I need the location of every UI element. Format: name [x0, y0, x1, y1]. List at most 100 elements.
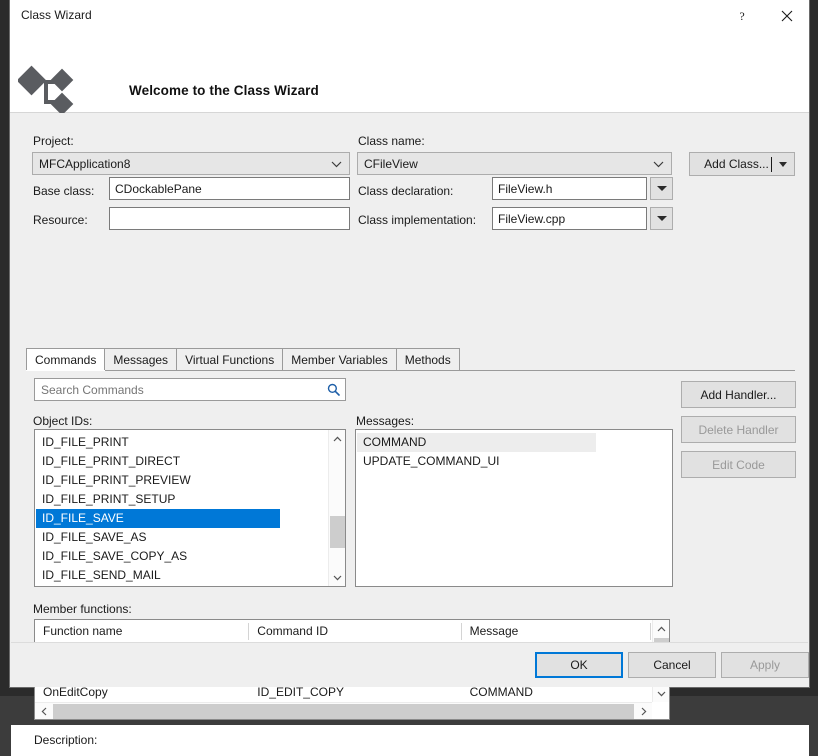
project-value: MFCApplication8 — [39, 157, 130, 171]
class-name-value: CFileView — [364, 157, 418, 171]
class-hierarchy-icon — [18, 62, 76, 114]
list-item[interactable]: ID_FILE_PRINT_SETUP — [36, 490, 327, 509]
wizard-banner: Welcome to the Class Wizard — [10, 32, 809, 113]
chevron-down-icon — [331, 160, 342, 168]
base-class-label: Base class: — [33, 184, 94, 198]
scroll-down-button[interactable] — [329, 569, 346, 586]
tab-messages[interactable]: Messages — [104, 348, 177, 370]
list-item[interactable]: ID_FILE_SEND_MAIL — [36, 566, 327, 585]
scroll-up-button[interactable] — [653, 620, 670, 637]
list-item-selected[interactable]: COMMAND — [357, 433, 596, 452]
delete-handler-button[interactable]: Delete Handler — [681, 416, 796, 443]
ok-button[interactable]: OK — [535, 652, 623, 678]
class-declaration-dropdown-button[interactable] — [650, 177, 673, 200]
window-title: Class Wizard — [21, 8, 92, 22]
resource-label: Resource: — [33, 213, 88, 227]
list-item[interactable]: ID_FILE_PRINT_DIRECT — [36, 452, 327, 471]
object-ids-listbox[interactable]: ID_FILE_PRINT ID_FILE_PRINT_DIRECT ID_FI… — [34, 429, 346, 587]
tab-virtual-functions[interactable]: Virtual Functions — [176, 348, 283, 370]
list-item-selected[interactable]: ID_FILE_SAVE — [36, 509, 280, 528]
class-name-combobox[interactable]: CFileView — [357, 152, 672, 175]
button-label: Cancel — [653, 658, 690, 672]
tab-commands[interactable]: Commands — [26, 348, 105, 370]
close-icon — [781, 10, 793, 22]
class-implementation-input[interactable]: FileView.cpp — [492, 207, 647, 230]
list-item[interactable]: ID_FILE_SAVE_AS — [36, 528, 327, 547]
title-bar: Class Wizard ? — [10, 0, 809, 32]
description-label: Description: — [34, 733, 97, 747]
chevron-left-icon — [41, 707, 47, 716]
cell-function-name: OnEditCopy — [35, 685, 249, 699]
class-wizard-dialog: Class Wizard ? — [9, 0, 810, 688]
scrollbar-thumb[interactable] — [330, 516, 345, 548]
member-functions-horizontal-scrollbar[interactable] — [35, 702, 652, 719]
scroll-right-button[interactable] — [635, 703, 652, 720]
chevron-up-icon — [657, 626, 666, 632]
button-label: Add Handler... — [700, 388, 776, 402]
class-declaration-value: FileView.h — [498, 182, 552, 196]
button-label: Delete Handler — [698, 423, 778, 437]
description-panel: Description: — [11, 725, 809, 756]
close-button[interactable] — [764, 0, 809, 31]
search-commands-box[interactable]: Search Commands — [34, 378, 346, 401]
question-mark-icon: ? — [736, 9, 748, 23]
list-item[interactable]: ID_FILE_PRINT_PREVIEW — [36, 471, 327, 490]
member-functions-label: Member functions: — [33, 602, 132, 616]
list-item[interactable]: ID_FILE_PRINT — [36, 433, 327, 452]
messages-listbox[interactable]: COMMAND UPDATE_COMMAND_UI — [355, 429, 673, 587]
table-header-row: Function name Command ID Message — [35, 620, 651, 642]
tab-member-variables[interactable]: Member Variables — [282, 348, 396, 370]
tab-methods[interactable]: Methods — [396, 348, 460, 370]
add-handler-button[interactable]: Add Handler... — [681, 381, 796, 408]
class-implementation-value: FileView.cpp — [498, 212, 565, 226]
chevron-up-icon — [333, 436, 342, 442]
button-label: Apply — [750, 658, 780, 672]
search-icon[interactable] — [321, 383, 345, 396]
base-class-value: CDockablePane — [115, 182, 202, 196]
screenshot-root: Class Wizard ? — [0, 0, 818, 696]
messages-label: Messages: — [356, 414, 414, 428]
help-button[interactable]: ? — [719, 0, 764, 31]
chevron-right-icon — [641, 707, 647, 716]
chevron-down-icon — [657, 216, 667, 221]
resource-input[interactable] — [109, 207, 350, 230]
chevron-down-icon — [333, 575, 342, 581]
add-class-dropdown-arrow[interactable] — [772, 162, 794, 167]
scroll-left-button[interactable] — [35, 703, 52, 720]
class-implementation-dropdown-button[interactable] — [650, 207, 673, 230]
class-name-label: Class name: — [358, 134, 425, 148]
add-class-button[interactable]: Add Class... — [689, 152, 795, 176]
scrollbar-thumb[interactable] — [53, 704, 634, 719]
chevron-down-icon — [653, 160, 664, 168]
search-input[interactable]: Search Commands — [35, 383, 321, 397]
tab-label: Methods — [405, 353, 451, 367]
class-implementation-label: Class implementation: — [358, 213, 476, 227]
scroll-down-button[interactable] — [653, 685, 670, 702]
cell-command-id: ID_EDIT_COPY — [249, 685, 461, 699]
apply-button[interactable]: Apply — [721, 652, 809, 678]
tab-label: Virtual Functions — [185, 353, 274, 367]
svg-text:?: ? — [739, 9, 744, 23]
list-item[interactable]: ID_FILE_SAVE_COPY_AS — [36, 547, 327, 566]
button-label: Edit Code — [712, 458, 765, 472]
messages-items: COMMAND UPDATE_COMMAND_UI — [357, 433, 670, 471]
dialog-body: Project: MFCApplication8 Base class: CDo… — [10, 113, 809, 687]
column-header-function-name[interactable]: Function name — [35, 623, 249, 640]
project-combobox[interactable]: MFCApplication8 — [32, 152, 350, 175]
list-item[interactable]: UPDATE_COMMAND_UI — [357, 452, 670, 471]
add-class-label: Add Class... — [690, 157, 771, 171]
tab-label: Commands — [35, 353, 96, 367]
column-header-command-id[interactable]: Command ID — [249, 623, 461, 640]
tab-label: Messages — [113, 353, 168, 367]
column-header-message[interactable]: Message — [462, 623, 651, 640]
dialog-footer: OK Cancel Apply — [11, 642, 808, 687]
base-class-input[interactable]: CDockablePane — [109, 177, 350, 200]
chevron-down-icon — [779, 162, 787, 167]
cell-message: COMMAND — [462, 685, 651, 699]
cancel-button[interactable]: Cancel — [628, 652, 716, 678]
object-ids-vertical-scrollbar[interactable] — [328, 430, 345, 586]
scroll-up-button[interactable] — [329, 430, 346, 447]
edit-code-button[interactable]: Edit Code — [681, 451, 796, 478]
class-declaration-input[interactable]: FileView.h — [492, 177, 647, 200]
banner-heading: Welcome to the Class Wizard — [129, 83, 319, 98]
